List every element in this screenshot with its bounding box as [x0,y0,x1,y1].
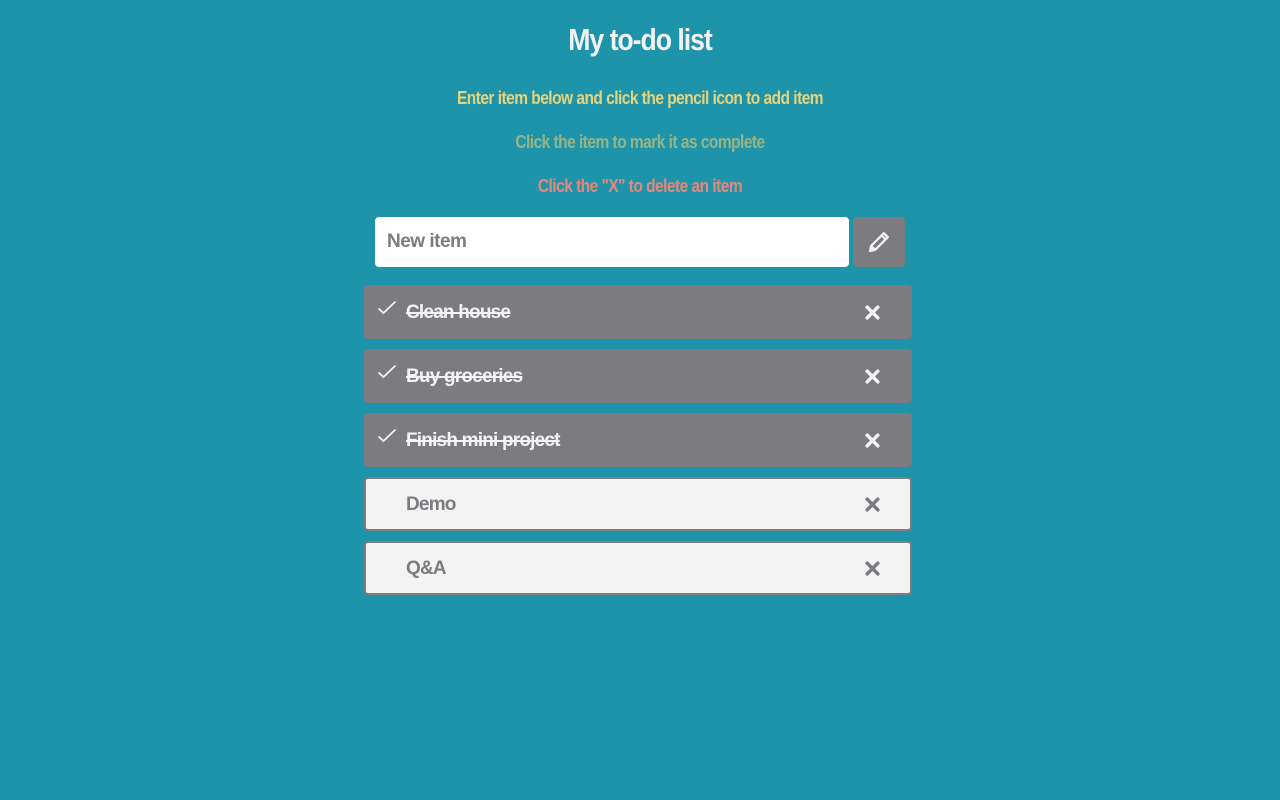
delete-x-icon[interactable] [865,433,880,448]
todo-item-label: Demo [406,494,456,515]
instruction-add: Enter item below and click the pencil ic… [456,88,824,108]
todo-item-demo[interactable]: Demo [364,477,912,531]
checkmark-icon [377,364,397,379]
todo-item-label: Clean house [406,302,511,323]
instruction-complete: Click the item to mark it as complete [515,132,765,152]
pencil-icon [868,232,889,253]
todo-item-label: Q&A [406,558,447,579]
todo-item-qa[interactable]: Q&A [364,541,912,595]
todo-item-buy-groceries[interactable]: Buy groceries [364,349,912,403]
todo-item-clean-house[interactable]: Clean house [364,285,912,339]
delete-x-icon[interactable] [865,305,880,320]
checkmark-icon [377,428,397,443]
new-item-input[interactable] [375,217,849,267]
todo-app: My to-do list Enter item below and click… [0,0,1280,800]
add-item-button[interactable] [853,217,905,267]
todo-item-finish-mini-project[interactable]: Finish mini project [364,413,912,467]
instruction-delete: Click the "X" to delete an item [537,176,743,196]
delete-x-icon[interactable] [865,497,880,512]
checkmark-icon [377,300,397,315]
todo-list: Clean house Buy groceries Finish mini pr… [364,285,912,605]
delete-x-icon[interactable] [865,369,880,384]
delete-x-icon[interactable] [865,561,880,576]
todo-item-label: Buy groceries [406,366,523,387]
page-title: My to-do list [568,22,713,57]
todo-item-label: Finish mini project [406,430,561,451]
